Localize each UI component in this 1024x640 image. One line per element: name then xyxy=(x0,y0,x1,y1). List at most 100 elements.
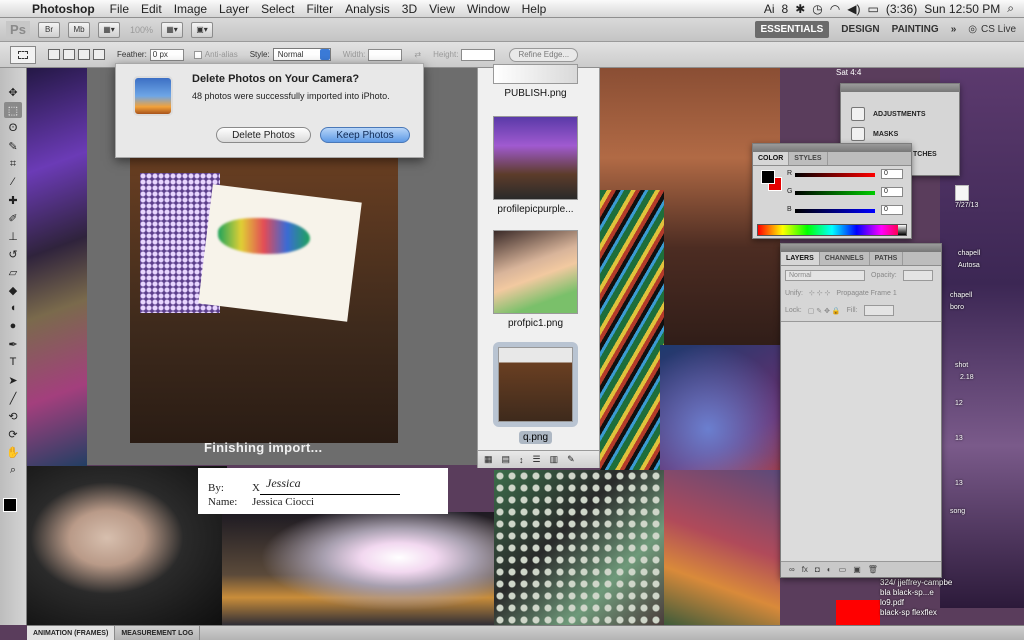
file-item[interactable]: PUBLISH.png xyxy=(493,64,578,99)
opacity-input[interactable] xyxy=(902,270,933,281)
foreground-color-swatch[interactable] xyxy=(3,498,17,512)
file-item[interactable]: profilepicpurple... xyxy=(493,116,578,215)
adobe-icon[interactable]: Ai xyxy=(764,2,775,16)
layers-list[interactable] xyxy=(781,321,941,561)
eraser-tool-icon[interactable]: ▱ xyxy=(4,264,22,280)
eyedropper-tool-icon[interactable]: ⁄ xyxy=(4,174,22,190)
time-machine-icon[interactable]: ◷ xyxy=(812,2,822,16)
brush-tool-icon[interactable]: ✐ xyxy=(4,210,22,226)
green-ramp[interactable] xyxy=(795,191,875,195)
tool-preset-picker[interactable] xyxy=(10,45,36,64)
battery-icon[interactable]: ▭ xyxy=(868,2,879,16)
blur-tool-icon[interactable]: ◖ xyxy=(4,300,22,316)
desktop-item[interactable]: chapell xyxy=(958,250,1008,257)
history-brush-tool-icon[interactable]: ↺ xyxy=(4,246,22,262)
desktop-item[interactable]: 12 xyxy=(955,400,1005,407)
propagate-label[interactable]: Propagate Frame 1 xyxy=(836,290,896,297)
blue-ramp[interactable] xyxy=(795,209,875,213)
desktop-item[interactable]: boro xyxy=(950,304,1000,311)
menu-select[interactable]: Select xyxy=(255,2,300,16)
intersect-selection-icon[interactable] xyxy=(93,49,105,60)
tab-styles[interactable]: STYLES xyxy=(789,152,828,165)
spectrum-ramp[interactable] xyxy=(757,224,907,236)
large-view-icon[interactable]: ▤ xyxy=(502,454,511,465)
menu-layer[interactable]: Layer xyxy=(213,2,255,16)
desktop-item[interactable]: shot xyxy=(955,362,1005,369)
desktop-item-label[interactable]: 324/ jjeffrey-campbe xyxy=(880,578,952,588)
tab-layers[interactable]: LAYERS xyxy=(781,252,820,265)
foreground-color-chip[interactable] xyxy=(761,170,775,184)
panel-header[interactable] xyxy=(753,144,911,152)
menu-image[interactable]: Image xyxy=(168,2,213,16)
desktop-item-label[interactable]: bla black-sp...e xyxy=(880,588,952,598)
sort-icon[interactable]: ↕ xyxy=(519,455,524,465)
paint-bucket-tool-icon[interactable]: ◆ xyxy=(4,282,22,298)
file-item[interactable]: profpic1.png xyxy=(493,230,578,329)
mini-bridge-button[interactable]: Mb xyxy=(68,21,90,38)
3d-rotate-tool-icon[interactable]: ⟲ xyxy=(4,408,22,424)
path-selection-tool-icon[interactable]: ➤ xyxy=(4,372,22,388)
adjustment-layer-icon[interactable]: ◐ xyxy=(827,565,832,574)
new-layer-icon[interactable]: ▣ xyxy=(853,565,861,574)
workspace-painting[interactable]: PAINTING xyxy=(892,24,939,35)
workspace-more-icon[interactable]: » xyxy=(951,24,957,35)
menu-filter[interactable]: Filter xyxy=(300,2,339,16)
desktop-item[interactable]: 13 xyxy=(955,435,1005,442)
swap-icon[interactable]: ⇄ xyxy=(414,50,421,59)
blue-value[interactable]: 0 xyxy=(881,205,903,215)
menu-window[interactable]: Window xyxy=(461,2,516,16)
fx-icon[interactable]: fx xyxy=(802,565,808,574)
edit-icon[interactable]: ✎ xyxy=(567,454,575,465)
fill-input[interactable] xyxy=(863,305,894,316)
menu-app-name[interactable]: Photoshop xyxy=(30,2,104,16)
hand-tool-icon[interactable]: ✋ xyxy=(4,444,22,460)
feather-input[interactable]: 0 px xyxy=(149,48,184,61)
refine-edge-button[interactable]: Refine Edge... xyxy=(509,47,579,62)
blend-mode-select[interactable]: Normal xyxy=(785,270,865,281)
desktop-item[interactable]: chapell xyxy=(950,292,1000,299)
keep-photos-button[interactable]: Keep Photos xyxy=(320,127,410,143)
green-slider[interactable]: G 0 xyxy=(787,187,913,200)
zoom-level[interactable]: 100% xyxy=(130,25,153,35)
crop-tool-icon[interactable]: ⌗ xyxy=(4,156,22,172)
panel-header[interactable] xyxy=(841,84,959,92)
zoom-tool-icon[interactable]: ⌕ xyxy=(4,462,22,478)
anti-alias-checkbox[interactable]: Anti-alias xyxy=(193,50,238,59)
tab-channels[interactable]: CHANNELS xyxy=(820,252,870,265)
desktop-item[interactable]: song xyxy=(950,508,1000,515)
3d-orbit-tool-icon[interactable]: ⟳ xyxy=(4,426,22,442)
bridge-button[interactable]: Br xyxy=(38,21,60,38)
green-value[interactable]: 0 xyxy=(881,187,903,197)
shape-tool-icon[interactable]: ╱ xyxy=(4,390,22,406)
adjustments-item[interactable]: ADJUSTMENTS xyxy=(841,104,959,124)
volume-icon[interactable]: ◀) xyxy=(847,2,860,16)
extras-button[interactable]: ▦▾ xyxy=(98,21,120,38)
menu-3d[interactable]: 3D xyxy=(396,2,423,16)
unify-icons[interactable]: ⊹ ⊹ ⊹ xyxy=(809,289,831,297)
delete-photos-button[interactable]: Delete Photos xyxy=(216,127,311,143)
panel-header[interactable] xyxy=(781,244,941,252)
menu-file[interactable]: File xyxy=(104,2,135,16)
workspace-essentials[interactable]: ESSENTIALS xyxy=(754,21,830,38)
quick-select-tool-icon[interactable]: ✎ xyxy=(4,138,22,154)
width-input[interactable] xyxy=(368,48,403,61)
add-selection-icon[interactable] xyxy=(63,49,75,60)
tab-animation[interactable]: ANIMATION (FRAMES) xyxy=(27,626,116,640)
red-slider[interactable]: R 0 xyxy=(787,169,913,182)
marquee-tool-icon[interactable]: ⬚ xyxy=(4,102,22,118)
new-selection-icon[interactable] xyxy=(48,49,60,60)
menu-view[interactable]: View xyxy=(423,2,461,16)
bluetooth-icon[interactable]: ✱ xyxy=(795,2,805,16)
healing-brush-tool-icon[interactable]: ✚ xyxy=(4,192,22,208)
screen-mode-button[interactable]: ▣▾ xyxy=(191,21,214,38)
masks-item[interactable]: MASKS xyxy=(841,124,959,144)
red-ramp[interactable] xyxy=(795,173,875,177)
height-input[interactable] xyxy=(461,48,496,61)
lasso-tool-icon[interactable]: ʘ xyxy=(4,120,22,136)
spotlight-icon[interactable]: ⌕ xyxy=(1007,1,1014,16)
dodge-tool-icon[interactable]: ● xyxy=(4,318,22,334)
cs-live-button[interactable]: ◎ CS Live xyxy=(968,24,1016,35)
desktop-item-label[interactable]: lo9.pdf xyxy=(880,598,952,608)
arrange-documents-button[interactable]: ▦▾ xyxy=(161,21,184,38)
desktop-item[interactable]: Autosa xyxy=(958,262,1008,269)
